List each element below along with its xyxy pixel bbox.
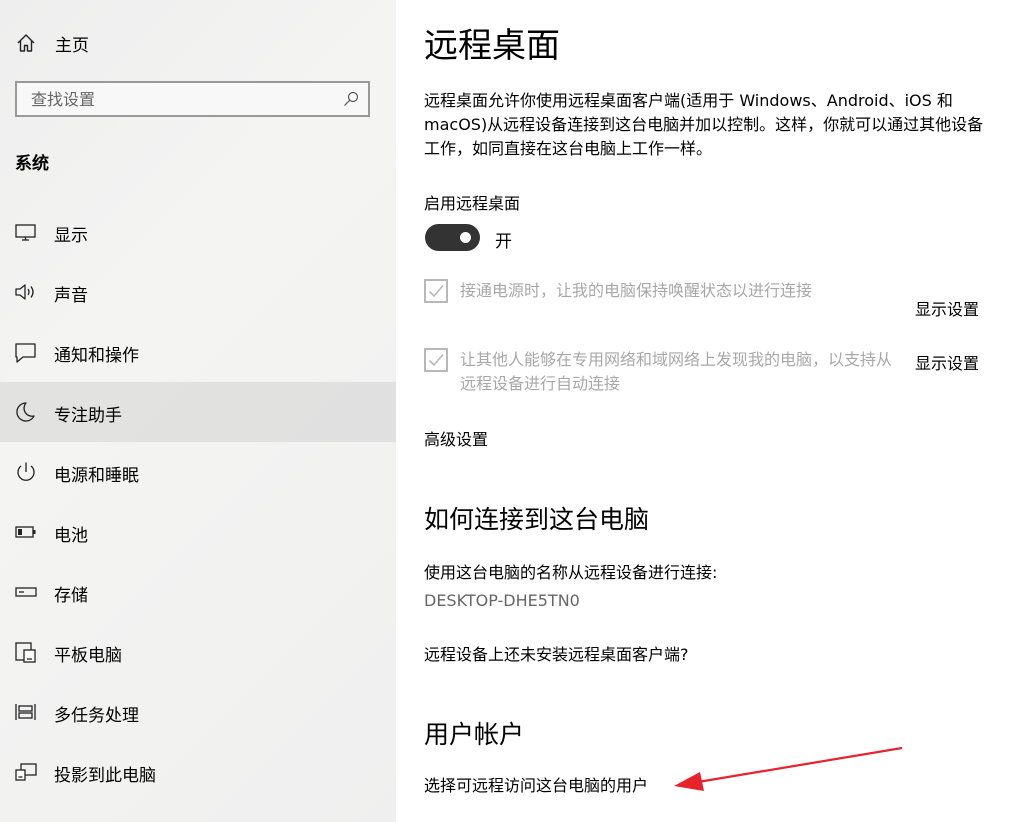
- message-icon: [15, 343, 36, 363]
- power-icon: [17, 462, 35, 481]
- sidebar-item-label: 平板电脑: [54, 646, 122, 666]
- sidebar-item-label: 电池: [54, 526, 88, 546]
- sidebar-item-battery[interactable]: 电池: [0, 502, 396, 562]
- no-client-link[interactable]: 远程设备上还未安装远程桌面客户端?: [424, 641, 689, 665]
- main-content: 远程桌面 远程桌面允许你使用远程桌面客户端(适用于 Windows、Androi…: [396, 0, 1033, 822]
- accounts-heading: 用户帐户: [424, 720, 525, 749]
- enable-remote-desktop-label: 启用远程桌面: [424, 194, 521, 213]
- moon-icon: [16, 402, 35, 422]
- checkmark-icon: [428, 353, 444, 367]
- project-icon: [15, 763, 37, 781]
- page-title: 远程桌面: [424, 26, 560, 66]
- search-icon[interactable]: [342, 90, 360, 108]
- sidebar-item-storage[interactable]: 存储: [0, 562, 396, 622]
- sidebar-item-label: 存储: [54, 586, 88, 606]
- home-icon: [17, 34, 35, 52]
- sidebar-item-label: 声音: [54, 286, 88, 306]
- nav-home-label: 主页: [55, 36, 89, 56]
- sidebar-item-label: 多任务处理: [54, 706, 139, 726]
- discoverable-text: 让其他人能够在专用网络和域网络上发现我的电脑，以支持从远程设备进行自动连接: [460, 350, 893, 393]
- page-description: 远程桌面允许你使用远程桌面客户端(适用于 Windows、Android、iOS…: [424, 91, 984, 158]
- sidebar-item-label: 通知和操作: [54, 346, 139, 366]
- keep-awake-text: 接通电源时，让我的电脑保持唤醒状态以进行连接: [460, 281, 813, 300]
- show-settings-link-1[interactable]: 显示设置: [915, 296, 979, 320]
- sidebar-item-label: 投影到此电脑: [54, 766, 156, 786]
- connect-description: 使用这台电脑的名称从远程设备进行连接:: [424, 563, 718, 582]
- sidebar-item-label: 显示: [54, 226, 88, 246]
- sidebar: 主页 系统 显示 声音: [0, 0, 396, 822]
- keep-awake-checkbox[interactable]: [424, 279, 448, 303]
- search-box[interactable]: [15, 81, 370, 117]
- sidebar-item-display[interactable]: 显示: [0, 202, 396, 262]
- sidebar-item-power-sleep[interactable]: 电源和睡眠: [0, 442, 396, 502]
- nav-home[interactable]: 主页: [0, 22, 396, 64]
- multitask-icon: [15, 704, 36, 720]
- sidebar-item-sound[interactable]: 声音: [0, 262, 396, 322]
- battery-icon: [15, 526, 36, 538]
- tablet-icon: [15, 642, 36, 663]
- pc-name: DESKTOP-DHE5TN0: [424, 591, 580, 610]
- checkmark-icon: [428, 284, 444, 298]
- sidebar-item-tablet[interactable]: 平板电脑: [0, 622, 396, 682]
- select-users-link[interactable]: 选择可远程访问这台电脑的用户: [424, 772, 648, 796]
- sidebar-item-notifications[interactable]: 通知和操作: [0, 322, 396, 382]
- sidebar-item-label: 专注助手: [54, 406, 122, 426]
- connect-heading: 如何连接到这台电脑: [424, 505, 650, 534]
- speaker-icon: [15, 284, 34, 300]
- search-input[interactable]: [17, 83, 337, 115]
- nav-list: 显示 声音 通知和操作 专注助手 电源和睡眠 电池 存储 平板电脑 多任务处理 …: [0, 202, 396, 802]
- monitor-icon: [15, 224, 36, 241]
- sidebar-item-multitasking[interactable]: 多任务处理: [0, 682, 396, 742]
- sidebar-item-project[interactable]: 投影到此电脑: [0, 742, 396, 802]
- show-settings-link-2[interactable]: 显示设置: [915, 350, 979, 374]
- discoverable-checkbox[interactable]: [424, 348, 448, 372]
- toggle-state-label: 开: [495, 232, 512, 252]
- enable-remote-desktop-toggle[interactable]: [425, 224, 480, 251]
- section-title: 系统: [15, 154, 49, 174]
- toggle-knob: [460, 232, 471, 243]
- sidebar-item-focus-assist[interactable]: 专注助手: [0, 382, 396, 442]
- storage-icon: [15, 587, 37, 597]
- sidebar-item-label: 电源和睡眠: [54, 466, 139, 486]
- advanced-settings-link[interactable]: 高级设置: [424, 426, 488, 450]
